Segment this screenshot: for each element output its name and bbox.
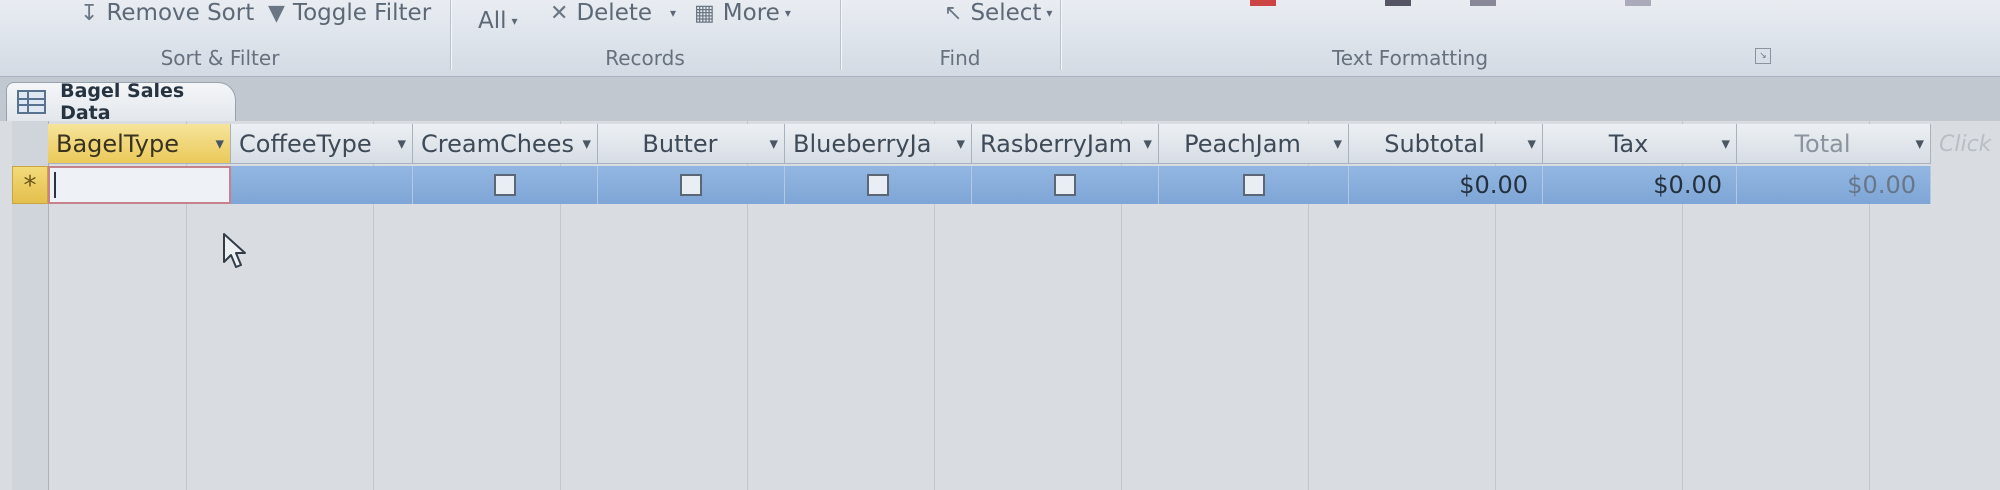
dialog-launcher-icon[interactable]: ↘ xyxy=(1755,48,1771,64)
column-header-peachjam[interactable]: PeachJam ▼ xyxy=(1159,124,1349,164)
select-label: Select xyxy=(970,0,1042,26)
chevron-down-icon[interactable]: ▼ xyxy=(1144,137,1152,150)
cell-subtotal[interactable]: $0.00 xyxy=(1349,166,1543,204)
select-button[interactable]: ↖ Select ▾ xyxy=(944,0,1052,32)
column-header-row: BagelType ▼ CoffeeType ▼ CreamChees ▼ Bu… xyxy=(48,124,2000,164)
refresh-all-button[interactable]: All ▾ xyxy=(478,2,518,40)
records-group-label: Records xyxy=(605,46,685,70)
cell-coffeetype[interactable] xyxy=(231,166,413,204)
more-button[interactable]: ▦ More ▾ xyxy=(694,0,791,32)
chevron-down-icon[interactable]: ▼ xyxy=(216,137,224,150)
remove-sort-label: Remove Sort xyxy=(106,0,255,26)
cell-tax[interactable]: $0.00 xyxy=(1543,166,1737,204)
column-header-subtotal[interactable]: Subtotal ▼ xyxy=(1349,124,1543,164)
toggle-filter-label: Toggle Filter xyxy=(292,0,432,26)
cell-blueberryjam xyxy=(785,166,972,204)
close-icon: ✕ xyxy=(550,0,569,26)
column-header-label: Tax xyxy=(1608,129,1649,158)
column-header-label: Total xyxy=(1794,129,1851,158)
tab-bagel-sales-data[interactable]: Bagel Sales Data xyxy=(6,80,236,124)
text-caret xyxy=(54,172,56,198)
chevron-down-icon: ▾ xyxy=(670,6,677,20)
cell-peachjam xyxy=(1159,166,1349,204)
table-row: $0.00 $0.00 $0.00 xyxy=(48,166,1931,204)
toggle-filter-button[interactable]: ▼ Toggle Filter xyxy=(268,0,431,32)
new-record-selector[interactable]: * xyxy=(12,166,48,204)
column-header-rasberryjam[interactable]: RasberryJam ▼ xyxy=(972,124,1159,164)
cell-rasberryjam xyxy=(972,166,1159,204)
chevron-down-icon[interactable]: ▼ xyxy=(770,137,778,150)
alternate-row-color-icon[interactable] xyxy=(1625,0,1651,6)
creamcheese-checkbox[interactable] xyxy=(494,174,516,196)
cell-butter xyxy=(598,166,785,204)
chevron-down-icon[interactable]: ▼ xyxy=(583,137,591,150)
group-separator xyxy=(840,0,841,70)
chevron-down-icon[interactable]: ▼ xyxy=(1528,137,1536,150)
column-header-butter[interactable]: Butter ▼ xyxy=(598,124,785,164)
column-header-label: BlueberryJa xyxy=(793,129,932,158)
column-header-label: RasberryJam xyxy=(980,129,1133,158)
delete-label: Delete xyxy=(576,0,653,26)
delete-button[interactable]: ✕ Delete ▾ xyxy=(550,0,676,32)
click-to-add-label: Click xyxy=(1939,131,1992,157)
chevron-down-icon: ▾ xyxy=(1046,6,1053,20)
column-header-total[interactable]: Total ▼ xyxy=(1737,124,1931,164)
more-label: More xyxy=(722,0,780,26)
find-group-label: Find xyxy=(939,46,981,70)
fill-color-icon[interactable] xyxy=(1385,0,1411,6)
table-icon xyxy=(17,90,47,114)
peachjam-checkbox[interactable] xyxy=(1242,174,1265,196)
cell-creamcheese xyxy=(413,166,598,204)
chevron-down-icon: ▾ xyxy=(784,6,791,20)
mouse-pointer-icon xyxy=(223,233,246,268)
blueberryjam-checkbox[interactable] xyxy=(867,174,889,196)
chevron-down-icon: ▾ xyxy=(511,14,518,28)
sort-filter-group-label: Sort & Filter xyxy=(160,46,280,70)
column-header-label: CoffeeType xyxy=(239,129,372,158)
column-header-label: CreamChees xyxy=(421,129,574,158)
column-header-label: Butter xyxy=(642,129,718,158)
group-separator xyxy=(1060,0,1061,70)
column-header-bageltype[interactable]: BagelType ▼ xyxy=(48,124,231,164)
chevron-down-icon[interactable]: ▼ xyxy=(398,137,406,150)
column-header-label: PeachJam xyxy=(1184,129,1301,158)
pointer-icon: ↖ xyxy=(944,0,963,26)
grid-icon: ▦ xyxy=(694,0,715,26)
column-header-blueberryjam[interactable]: BlueberryJa ▼ xyxy=(785,124,972,164)
gridlines-icon[interactable] xyxy=(1470,0,1496,6)
cell-total[interactable]: $0.00 xyxy=(1737,166,1931,204)
column-header-label: BagelType xyxy=(56,129,179,158)
column-header-coffeetype[interactable]: CoffeeType ▼ xyxy=(231,124,413,164)
font-color-icon[interactable] xyxy=(1250,0,1276,6)
document-tab-strip: Bagel Sales Data xyxy=(0,77,2000,124)
refresh-all-label: All xyxy=(478,8,507,34)
column-header-tax[interactable]: Tax ▼ xyxy=(1543,124,1737,164)
chevron-down-icon[interactable]: ▼ xyxy=(1334,137,1342,150)
tab-label: Bagel Sales Data xyxy=(60,80,185,124)
cell-bageltype-input[interactable] xyxy=(48,166,231,204)
chevron-down-icon[interactable]: ▼ xyxy=(1916,137,1924,150)
group-separator xyxy=(450,0,451,70)
remove-sort-icon: ↧ xyxy=(80,0,99,26)
butter-checkbox[interactable] xyxy=(680,174,702,196)
ribbon: ↧ Remove Sort ▼ Toggle Filter Sort & Fil… xyxy=(0,0,2000,77)
click-to-add-column[interactable]: Click xyxy=(1931,124,2000,164)
remove-sort-button[interactable]: ↧ Remove Sort xyxy=(80,0,254,32)
column-header-label: Subtotal xyxy=(1384,129,1485,158)
filter-icon: ▼ xyxy=(268,0,285,26)
text-formatting-group-label: Text Formatting xyxy=(1331,46,1489,70)
column-header-creamcheese[interactable]: CreamChees ▼ xyxy=(413,124,598,164)
rasberryjam-checkbox[interactable] xyxy=(1054,174,1076,196)
chevron-down-icon[interactable]: ▼ xyxy=(1722,137,1730,150)
chevron-down-icon[interactable]: ▼ xyxy=(957,137,965,150)
